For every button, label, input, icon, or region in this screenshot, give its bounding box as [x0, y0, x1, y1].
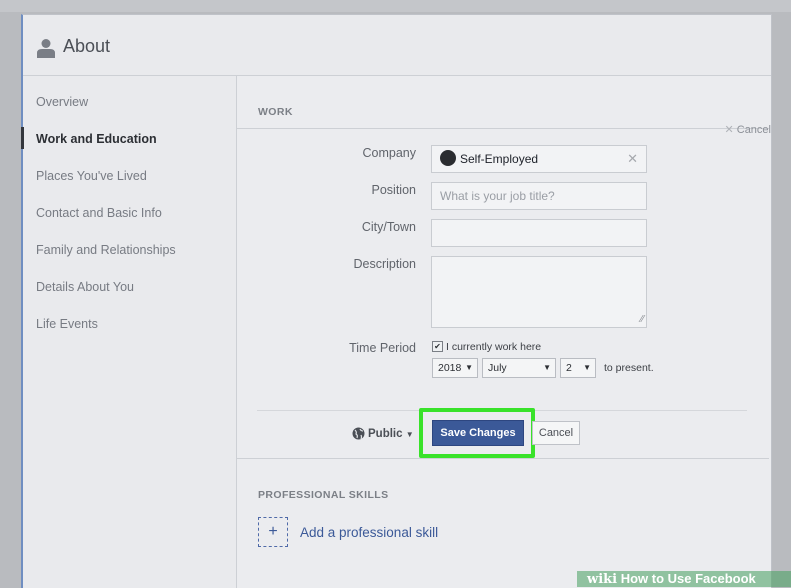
time-period-label: Time Period [349, 341, 416, 355]
work-divider [236, 128, 769, 129]
position-input[interactable]: What is your job title? [431, 182, 647, 210]
caret-down-icon: ▼ [405, 430, 414, 439]
dropdown-arrow-icon: ▼ [583, 363, 591, 372]
city-label: City/Town [361, 220, 416, 234]
privacy-selector[interactable]: Public ▼ [352, 427, 414, 440]
resize-handle-icon[interactable]: ⁄⁄ [641, 307, 644, 333]
month-select[interactable]: July ▼ [482, 358, 556, 378]
sidebar-item-work-education[interactable]: Work and Education [36, 130, 157, 148]
watermark-prefix: wiki [587, 572, 618, 587]
about-card: About Overview Work and Education Places… [21, 14, 772, 588]
close-icon: ✕ [724, 124, 737, 136]
day-select[interactable]: 2 ▼ [560, 358, 596, 378]
sidebar-item-overview[interactable]: Overview [36, 93, 88, 111]
year-value: 2018 [438, 362, 462, 374]
about-title: About [63, 36, 111, 56]
add-skill-link[interactable]: Add a professional skill [300, 525, 438, 540]
section-separator [236, 458, 769, 459]
company-field[interactable]: Self-Employed ✕ [431, 145, 647, 173]
about-sidebar: Overview Work and Education Places You'v… [21, 76, 237, 588]
cancel-link[interactable]: ✕ Cancel [724, 123, 771, 136]
city-input[interactable] [431, 219, 647, 247]
company-label: Company [362, 146, 417, 160]
person-icon [37, 39, 55, 58]
save-changes-button[interactable]: Save Changes [432, 420, 524, 446]
dropdown-arrow-icon: ▼ [543, 363, 551, 372]
sidebar-item-family-relationships[interactable]: Family and Relationships [36, 241, 176, 259]
about-header: About [23, 15, 771, 76]
position-label: Position [371, 183, 416, 197]
company-logo-icon [440, 150, 456, 166]
active-indicator [21, 127, 24, 149]
sidebar-item-contact-info[interactable]: Contact and Basic Info [36, 204, 162, 222]
watermark-text: How to Use Facebook [620, 571, 756, 586]
sidebar-item-life-events[interactable]: Life Events [36, 315, 98, 333]
month-value: July [488, 362, 507, 374]
top-band [0, 0, 791, 12]
description-textarea[interactable]: ⁄⁄ [431, 256, 647, 328]
add-skill-plus-button[interactable]: + [258, 517, 288, 547]
description-label: Description [353, 257, 416, 271]
globe-icon [352, 427, 365, 440]
sidebar-item-places-lived[interactable]: Places You've Lived [36, 167, 147, 185]
to-present-text: to present. [604, 362, 654, 374]
privacy-label: Public [368, 428, 403, 440]
currently-work-checkbox[interactable]: ✔ [432, 341, 443, 352]
currently-work-label: I currently work here [446, 341, 542, 353]
cancel-button[interactable]: Cancel [532, 421, 580, 445]
company-value: Self-Employed [460, 152, 539, 166]
clear-company-icon[interactable]: ✕ [627, 146, 638, 172]
year-select[interactable]: 2018 ▼ [432, 358, 478, 378]
skills-section-title: PROFESSIONAL SKILLS [258, 489, 389, 501]
wikihow-watermark: wiki How to Use Facebook [577, 571, 791, 587]
sidebar-item-details-about-you[interactable]: Details About You [36, 278, 134, 296]
day-value: 2 [566, 362, 572, 374]
dropdown-arrow-icon: ▼ [465, 363, 473, 372]
work-section-title: WORK [258, 106, 293, 118]
cancel-link-label: Cancel [736, 124, 771, 136]
